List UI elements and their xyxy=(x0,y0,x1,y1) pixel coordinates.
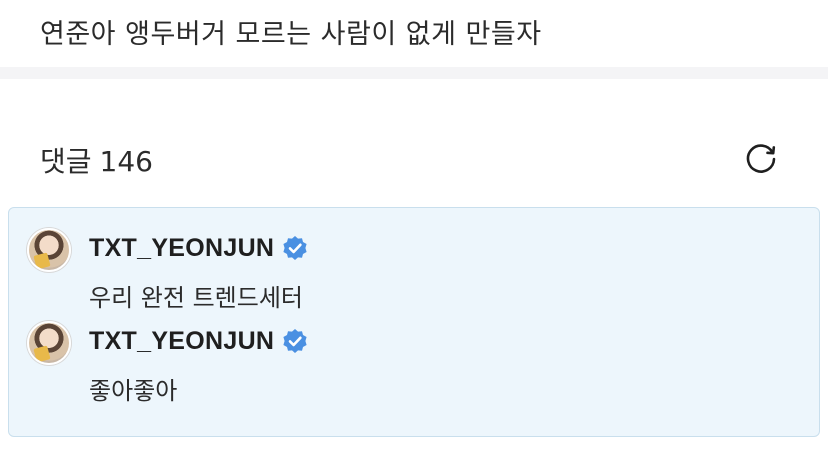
comment-author[interactable]: TXT_YEONJUN xyxy=(89,325,308,357)
username[interactable]: TXT_YEONJUN xyxy=(89,327,274,356)
highlighted-comment-thread: TXT_YEONJUN 우리 완전 트렌드세터 TXT_YEONJUN 좋아좋아 xyxy=(8,207,820,437)
comments-title: 댓글 146 xyxy=(40,140,153,180)
comment-text: 우리 완전 트렌드세터 xyxy=(89,284,303,312)
verified-badge-icon xyxy=(283,236,307,260)
post-text: 연준아 앵두버거 모르는 사람이 없게 만들자 xyxy=(40,19,542,50)
avatar[interactable] xyxy=(27,321,71,365)
comments-label: 댓글 xyxy=(40,145,92,178)
username[interactable]: TXT_YEONJUN xyxy=(89,234,274,263)
comments-count: 146 xyxy=(99,145,153,178)
avatar[interactable] xyxy=(27,228,71,272)
comments-header: 댓글 146 xyxy=(40,140,800,180)
refresh-icon[interactable] xyxy=(742,140,780,178)
comment-author[interactable]: TXT_YEONJUN xyxy=(89,232,308,264)
verified-badge-icon xyxy=(283,329,307,353)
comment-text: 좋아좋아 xyxy=(89,377,178,405)
section-divider xyxy=(0,67,828,79)
